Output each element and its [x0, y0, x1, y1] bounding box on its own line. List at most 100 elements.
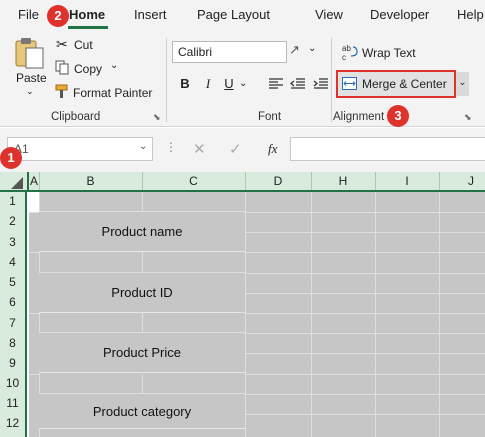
- ribbon-tab-bar: File Home Insert Page Layout View Develo…: [0, 0, 485, 30]
- column-divider: [439, 172, 440, 190]
- gridline: [246, 212, 485, 213]
- tab-insert[interactable]: Insert: [134, 7, 167, 22]
- active-cell-a1[interactable]: [29, 192, 39, 212]
- formula-bar-splitter-icon[interactable]: ⋮: [165, 140, 177, 154]
- column-header-h[interactable]: H: [311, 174, 375, 188]
- tab-home[interactable]: Home: [69, 7, 105, 22]
- decrease-indent-icon[interactable]: [289, 77, 306, 94]
- merge-center-dropdown-icon[interactable]: ⌄: [456, 72, 469, 96]
- orientation-dropdown-icon[interactable]: ⌄: [308, 43, 316, 54]
- wrap-text-button[interactable]: Wrap Text: [362, 46, 416, 60]
- enter-icon[interactable]: ✓: [229, 140, 242, 158]
- row-header-6[interactable]: 6: [0, 295, 25, 309]
- underline-dropdown-icon[interactable]: ⌄: [239, 78, 247, 89]
- gridline: [142, 374, 143, 394]
- copy-icon: [55, 60, 69, 78]
- copy-dropdown-icon[interactable]: ⌄: [110, 60, 118, 71]
- gridline: [246, 293, 485, 294]
- svg-text:c: c: [342, 53, 346, 62]
- scissors-icon: ✂: [56, 36, 68, 52]
- row-header-5[interactable]: 5: [0, 275, 25, 289]
- font-group-label: Font: [258, 111, 282, 123]
- underline-button[interactable]: U: [222, 76, 236, 91]
- cell-text: Product ID: [111, 285, 173, 300]
- column-header-a[interactable]: A: [29, 174, 39, 188]
- row-header-11[interactable]: 11: [0, 396, 25, 410]
- column-header-c[interactable]: C: [142, 174, 245, 188]
- wrap-text-icon: ab c: [342, 44, 358, 65]
- gridline: [439, 192, 440, 437]
- cell-text: Product category: [92, 403, 192, 419]
- merged-cell-product-price[interactable]: Product Price: [39, 333, 245, 373]
- group-separator: [166, 38, 167, 122]
- merged-cell-product-category[interactable]: Product category: [39, 394, 245, 429]
- row-header-7[interactable]: 7: [0, 316, 25, 330]
- cell-text: Product Price: [102, 345, 182, 360]
- column-header-bar: A B C D H I J: [0, 172, 485, 192]
- alignment-launcher-icon[interactable]: ⬊: [464, 112, 472, 123]
- row-header-12[interactable]: 12: [0, 416, 25, 430]
- select-all-icon[interactable]: [10, 177, 24, 193]
- tab-help[interactable]: Help: [457, 7, 484, 22]
- insert-function-button[interactable]: fx: [268, 141, 277, 157]
- paste-dropdown-icon[interactable]: ⌄: [26, 86, 34, 97]
- tab-page-layout[interactable]: Page Layout: [197, 7, 270, 22]
- gridline: [246, 313, 485, 314]
- cancel-icon[interactable]: ✕: [193, 140, 206, 158]
- bold-button[interactable]: B: [178, 76, 192, 91]
- italic-button[interactable]: I: [201, 76, 215, 92]
- orientation-icon[interactable]: ↗: [289, 42, 300, 58]
- row-header-1[interactable]: 1: [0, 194, 25, 208]
- font-name-input[interactable]: Calibri: [172, 41, 287, 63]
- cut-button[interactable]: Cut: [74, 38, 93, 52]
- merged-cell-product-id[interactable]: Product ID: [39, 273, 245, 313]
- clipboard-launcher-icon[interactable]: ⬊: [153, 112, 161, 123]
- merged-cell-product-name[interactable]: Product name: [39, 212, 245, 252]
- format-painter-button[interactable]: Format Painter: [73, 86, 152, 100]
- name-box-dropdown-icon[interactable]: ⌄: [139, 141, 147, 152]
- paste-icon[interactable]: [13, 36, 47, 73]
- column-header-j[interactable]: J: [439, 174, 485, 188]
- merge-center-button[interactable]: Merge & Center: [336, 70, 456, 98]
- gridline: [246, 273, 485, 274]
- column-divider: [39, 172, 40, 190]
- svg-text:ab: ab: [342, 44, 351, 53]
- align-left-icon[interactable]: [268, 77, 284, 94]
- row-header-3[interactable]: 3: [0, 235, 25, 249]
- row-header-8[interactable]: 8: [0, 336, 25, 350]
- copy-button[interactable]: Copy: [74, 62, 102, 76]
- alignment-group-label: Alignment: [333, 111, 385, 123]
- gridline: [142, 313, 143, 333]
- active-tab-indicator: [68, 26, 108, 29]
- tab-file[interactable]: File: [18, 7, 39, 22]
- row-header-10[interactable]: 10: [0, 376, 25, 390]
- tab-view[interactable]: View: [315, 7, 343, 22]
- gridline: [142, 192, 143, 212]
- column-header-d[interactable]: D: [245, 174, 311, 188]
- row-header-9[interactable]: 9: [0, 356, 25, 370]
- gridline: [246, 394, 485, 395]
- gridline: [246, 414, 485, 415]
- column-divider: [311, 172, 312, 190]
- gridline: [29, 252, 39, 253]
- name-box[interactable]: A1: [7, 137, 153, 161]
- gridline: [245, 192, 246, 437]
- column-header-b[interactable]: B: [39, 174, 142, 188]
- gridline: [29, 212, 39, 213]
- clipboard-group-label: Clipboard: [51, 111, 101, 123]
- row-header-4[interactable]: 4: [0, 255, 25, 269]
- gridline: [246, 353, 485, 354]
- column-header-i[interactable]: I: [375, 174, 439, 188]
- paste-button[interactable]: Paste: [16, 71, 47, 85]
- tab-developer[interactable]: Developer: [370, 7, 429, 22]
- gridline: [375, 192, 376, 437]
- gridline: [246, 252, 485, 253]
- gridline: [29, 313, 39, 314]
- group-separator: [331, 38, 332, 122]
- increase-indent-icon[interactable]: [313, 77, 329, 94]
- row-header-2[interactable]: 2: [0, 214, 25, 228]
- step-badge-3: 3: [387, 105, 409, 127]
- gridline: [29, 374, 39, 375]
- gridline: [311, 192, 312, 437]
- formula-input[interactable]: [290, 137, 485, 161]
